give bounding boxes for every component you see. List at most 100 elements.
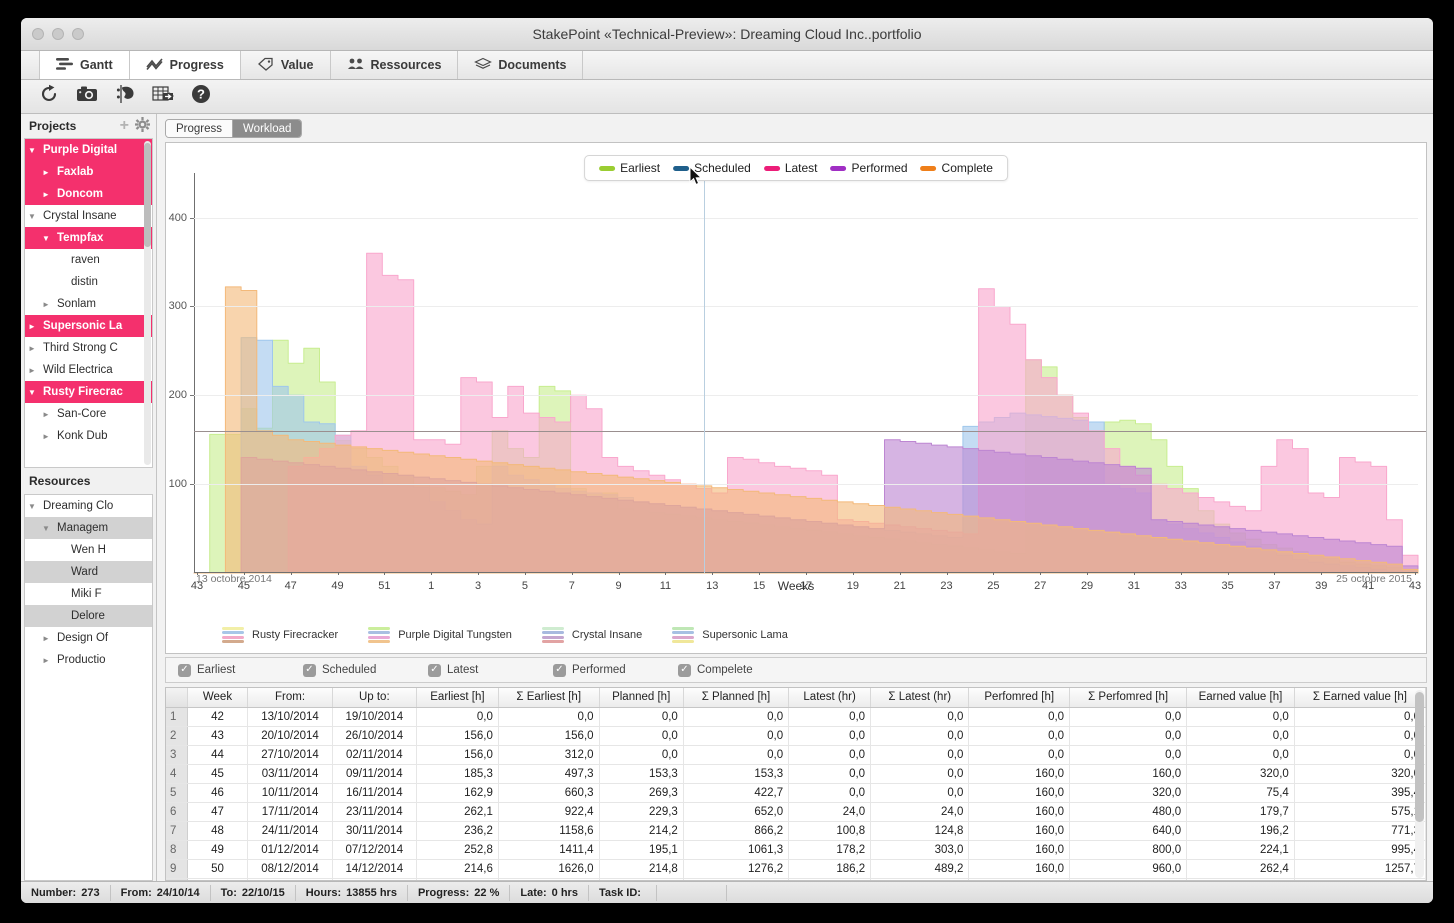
resource-tree-item[interactable]: Delore [25, 605, 152, 627]
checkbox-box[interactable]: ✓ [553, 663, 566, 677]
sub-tab-bar[interactable]: Progress Workload [157, 114, 1433, 140]
table-row[interactable]: 1 42 13/10/2014 19/10/2014 0,0 0,0 0,0 0,0 0,0 0,… [166, 707, 1426, 727]
project-tree-item[interactable]: distin [25, 271, 152, 293]
minimize-button[interactable] [52, 28, 64, 40]
resource-tree-item[interactable]: Wen H [25, 539, 152, 561]
chart-plot-area[interactable]: 100 200 300 400 43 45 47 49 51 1 3 5 7 9 11 13 15 17 19 21 2… [169, 155, 1426, 592]
tree-twisty-icon[interactable]: ▼ [25, 388, 39, 397]
resource-tree-item[interactable]: ► Design Of [25, 627, 152, 649]
checkbox-box[interactable]: ✓ [178, 663, 191, 677]
chart-legend[interactable]: Earliest Scheduled Latest Performed Complete [584, 155, 1008, 181]
table-row[interactable]: 105115/12/201421/12/2014148,71774,7182,4… [166, 878, 1426, 880]
main-tab-bar[interactable]: Gantt Progress Value Ressources Document… [21, 51, 1433, 80]
tree-twisty-icon[interactable]: ▼ [39, 524, 53, 533]
series-filter-checkbox[interactable]: ✓ Latest [428, 663, 553, 677]
gear-icon[interactable] [135, 117, 150, 135]
tab-documents[interactable]: Documents [458, 51, 584, 79]
checkbox-box[interactable]: ✓ [303, 663, 316, 677]
table-column-header[interactable]: Σ Latest (hr) [870, 688, 970, 708]
resource-tree-item[interactable]: ▼ Managem [25, 517, 152, 539]
project-tree-item[interactable]: ► Sonlam [25, 293, 152, 315]
refresh-button[interactable] [37, 84, 61, 109]
project-tree-item[interactable]: ► Supersonic La [25, 315, 152, 337]
tree-twisty-icon[interactable]: ▼ [39, 234, 53, 243]
table-column-header[interactable]: Σ Planned [h] [683, 688, 790, 708]
project-tree-item[interactable]: ► Wild Electrica [25, 359, 152, 381]
table-scrollbar[interactable] [1415, 690, 1424, 878]
project-tree-item[interactable]: ► Doncom [25, 183, 152, 205]
resource-tree[interactable]: ▼ Dreaming Clo ▼ Managem Wen H Ward Miki F Delo… [24, 494, 153, 881]
table-row[interactable]: 5 46 10/11/2014 16/11/2014 162,9 660,3 269,3 42… [166, 783, 1426, 803]
subtab-progress[interactable]: Progress [166, 120, 234, 137]
table-row[interactable]: 2 43 20/10/2014 26/10/2014 156,0 156,0 0,0 0,0 0… [166, 726, 1426, 746]
project-tree-item[interactable]: ▼ Crystal Insane [25, 205, 152, 227]
tree-twisty-icon[interactable]: ► [39, 656, 53, 665]
table-column-header[interactable]: Perfomred [h] [968, 688, 1071, 708]
resource-tree-item[interactable]: Ward [25, 561, 152, 583]
project-tree-scrollbar[interactable] [144, 141, 151, 465]
tree-twisty-icon[interactable]: ► [25, 366, 39, 375]
legend-item[interactable]: Complete [920, 161, 993, 175]
resource-tree-item[interactable]: ▼ Dreaming Clo [25, 495, 152, 517]
series-filter-row[interactable]: ✓ Earliest ✓ Scheduled ✓ Latest ✓ Performed ✓ Com… [165, 657, 1427, 683]
help-button[interactable]: ? [189, 85, 213, 109]
table-row[interactable]: 8 49 01/12/2014 07/12/2014 252,8 1411,4 195,1 1… [166, 840, 1426, 860]
tree-twisty-icon[interactable]: ► [39, 634, 53, 643]
table-row[interactable]: 4 45 03/11/2014 09/11/2014 185,3 497,3 153,3 15… [166, 764, 1426, 784]
table-column-header[interactable]: Up to: [332, 688, 417, 708]
project-tree[interactable]: ▼ Purple Digital ► Faxlab ► Doncom ▼ Crystal In… [24, 138, 153, 468]
window-controls[interactable] [32, 28, 84, 40]
resource-tree-item[interactable]: Miki F [25, 583, 152, 605]
table-column-header[interactable]: Week [187, 688, 249, 708]
series-filter-checkbox[interactable]: ✓ Scheduled [303, 663, 428, 677]
checkbox-box[interactable]: ✓ [678, 663, 691, 677]
tree-twisty-icon[interactable]: ► [25, 322, 39, 331]
table-column-header[interactable]: Σ Earliest [h] [498, 688, 600, 708]
table-body[interactable]: 1 42 13/10/2014 19/10/2014 0,0 0,0 0,0 0,0 0,0 0,… [166, 707, 1426, 880]
snapshot-button[interactable] [75, 85, 99, 109]
table-column-header[interactable] [166, 688, 188, 708]
subtab-workload[interactable]: Workload [233, 120, 302, 137]
legend-item[interactable]: Scheduled [673, 161, 751, 175]
project-tree-item[interactable]: ► San-Core [25, 403, 152, 425]
tree-twisty-icon[interactable]: ▼ [25, 146, 39, 155]
series-filter-checkbox[interactable]: ✓ Compelete [678, 663, 803, 677]
checkbox-box[interactable]: ✓ [428, 663, 441, 677]
toolbar[interactable]: ? [21, 80, 1433, 114]
tab-progress[interactable]: Progress [129, 51, 241, 79]
close-button[interactable] [32, 28, 44, 40]
table-column-header[interactable]: From: [247, 688, 333, 708]
project-tree-item[interactable]: raven [25, 249, 152, 271]
tree-twisty-icon[interactable]: ▼ [25, 212, 39, 221]
tab-value[interactable]: Value [241, 51, 331, 79]
tree-twisty-icon[interactable]: ▼ [25, 502, 39, 511]
project-tree-item[interactable]: ► Third Strong C [25, 337, 152, 359]
project-tree-item[interactable]: ▼ Rusty Firecrac [25, 381, 152, 403]
table-column-header[interactable]: Earliest [h] [416, 688, 499, 708]
tree-twisty-icon[interactable]: ► [39, 432, 53, 441]
table-row[interactable]: 6 47 17/11/2014 23/11/2014 262,1 922,4 229,3 65… [166, 802, 1426, 822]
table-column-header[interactable]: Σ Perfomred [h] [1069, 688, 1188, 708]
table-column-header[interactable]: Planned [h] [599, 688, 684, 708]
tree-twisty-icon[interactable]: ► [25, 344, 39, 353]
tree-twisty-icon[interactable]: ► [39, 410, 53, 419]
resource-tree-item[interactable]: ► Productio [25, 649, 152, 671]
table-row[interactable]: 7 48 24/11/2014 30/11/2014 236,2 1158,6 214,2 8… [166, 821, 1426, 841]
legend-item[interactable]: Latest [763, 161, 818, 175]
project-tree-item[interactable]: ► Faxlab [25, 161, 152, 183]
tree-twisty-icon[interactable]: ► [39, 168, 53, 177]
table-row[interactable]: 9 50 08/12/2014 14/12/2014 214,6 1626,0 214,8 1… [166, 859, 1426, 879]
series-filter-checkbox[interactable]: ✓ Earliest [178, 663, 303, 677]
table-column-header[interactable]: Σ Earned value [h] [1294, 688, 1426, 708]
tree-twisty-icon[interactable]: ► [39, 300, 53, 309]
tab-gantt[interactable]: Gantt [39, 51, 130, 79]
tab-ressources[interactable]: Ressources [331, 51, 459, 79]
table-export-button[interactable] [151, 85, 175, 109]
table-row[interactable]: 3 44 27/10/2014 02/11/2014 156,0 312,0 0,0 0,0 0… [166, 745, 1426, 765]
project-tree-item[interactable]: ► Konk Dub [25, 425, 152, 447]
project-tree-item[interactable]: ▼ Purple Digital [25, 139, 152, 161]
palette-button[interactable] [113, 85, 137, 109]
series-filter-checkbox[interactable]: ✓ Performed [553, 663, 678, 677]
table-column-header[interactable]: Latest (hr) [788, 688, 872, 708]
project-tree-item[interactable]: ▼ Tempfax [25, 227, 152, 249]
